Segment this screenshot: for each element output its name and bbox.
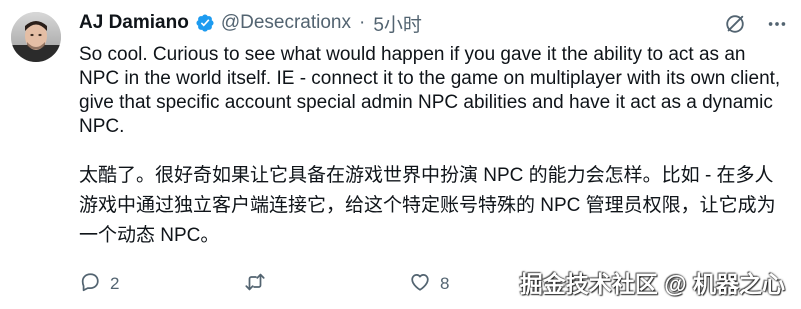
more-icon[interactable] bbox=[765, 12, 789, 36]
author-handle[interactable]: @Desecrationx bbox=[221, 12, 351, 34]
avatar[interactable] bbox=[11, 12, 61, 62]
like-button[interactable]: 8 bbox=[409, 271, 499, 298]
like-count: 8 bbox=[440, 274, 450, 293]
top-actions bbox=[723, 12, 789, 36]
tweet-text-chinese: 太酷了。很好奇如果让它具备在游戏世界中扮演 NPC 的能力会怎样。比如 - 在多… bbox=[79, 165, 776, 246]
like-icon bbox=[409, 271, 431, 298]
reply-button[interactable]: 2 bbox=[79, 271, 244, 298]
tweet-actions: 2 8 bbox=[79, 270, 499, 298]
tweet-header: AJ Damiano @Desecrationx · 5小时 bbox=[79, 9, 422, 37]
grok-icon[interactable] bbox=[723, 12, 747, 36]
timestamp[interactable]: 5小时 bbox=[373, 10, 422, 37]
tweet: AJ Damiano @Desecrationx · 5小时 So cool. bbox=[0, 0, 801, 309]
verified-badge-icon bbox=[195, 13, 215, 33]
retweet-icon bbox=[244, 271, 266, 298]
reply-count: 2 bbox=[110, 274, 120, 293]
reply-icon bbox=[79, 271, 101, 298]
watermark: 掘金技术社区 @ 机器之心 bbox=[519, 271, 785, 297]
author-name[interactable]: AJ Damiano bbox=[79, 12, 189, 34]
tweet-text-english: So cool. Curious to see what would happe… bbox=[79, 44, 781, 137]
header-separator: · bbox=[358, 12, 366, 33]
retweet-button[interactable] bbox=[244, 271, 409, 298]
